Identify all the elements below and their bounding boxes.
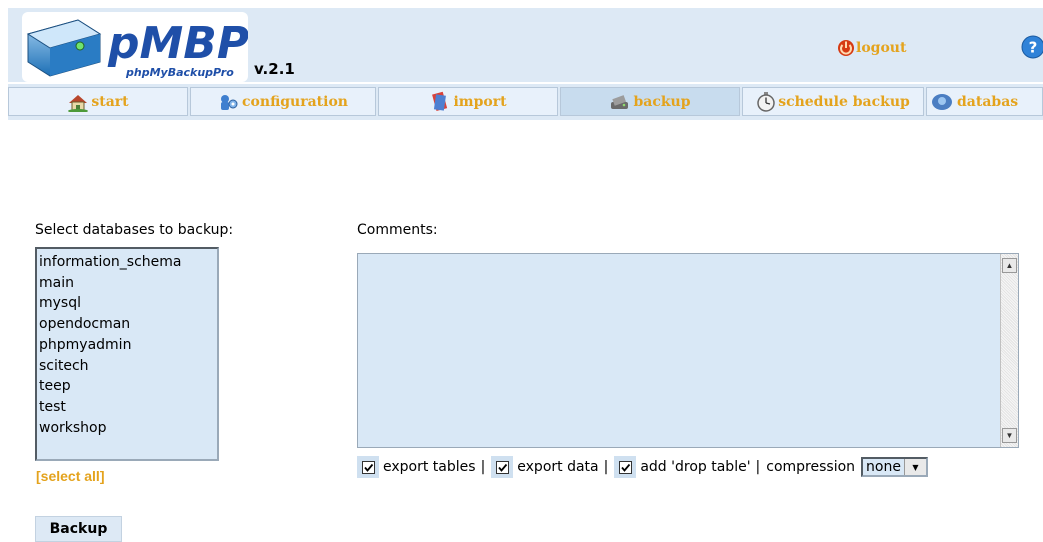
tab-schedule-backup[interactable]: schedule backup: [742, 87, 924, 116]
database-icon: [932, 93, 952, 110]
tab-configuration-label: configuration: [242, 93, 348, 110]
database-list[interactable]: information_schema main mysql opendocman php…: [35, 247, 219, 461]
svg-text:pMBP: pMBP: [107, 18, 248, 69]
database-option[interactable]: opendocman: [39, 314, 215, 335]
scroll-down-icon[interactable]: ▼: [1002, 428, 1017, 443]
tab-configuration[interactable]: configuration: [190, 87, 376, 116]
logout-link[interactable]: logout: [836, 38, 906, 58]
home-icon: [68, 94, 89, 112]
logout-power-icon: [838, 40, 854, 56]
backup-options: export tables | export data | add 'drop …: [357, 455, 928, 479]
options-separator: |: [603, 459, 609, 475]
header-bar: pMBP phpMyBackupPro v.2.1 logout ?: [8, 8, 1043, 82]
tab-start-label: start: [91, 93, 129, 110]
tab-database[interactable]: databas: [926, 87, 1043, 116]
database-option[interactable]: main: [39, 273, 215, 294]
logout-label: logout: [856, 40, 907, 56]
export-data-label: export data: [517, 459, 599, 475]
tab-import[interactable]: import: [378, 87, 558, 116]
nav-bar: start configuration import backup schedu…: [8, 84, 1043, 120]
backup-button[interactable]: Backup: [35, 516, 122, 542]
options-separator: |: [755, 459, 761, 475]
comments-label: Comments:: [357, 222, 438, 238]
drop-table-checkbox[interactable]: [614, 456, 637, 478]
compression-label: compression: [766, 459, 856, 475]
help-icon: ?: [1021, 35, 1043, 59]
tab-backup[interactable]: backup: [560, 87, 740, 116]
database-option[interactable]: information_schema: [39, 252, 215, 273]
database-option[interactable]: teep: [39, 376, 215, 397]
import-icon: [432, 91, 448, 111]
comments-textarea[interactable]: [357, 253, 1019, 448]
database-option[interactable]: scitech: [39, 356, 215, 377]
chevron-down-icon: ▼: [903, 459, 926, 475]
configuration-icon: [221, 94, 238, 110]
logo: pMBP phpMyBackupPro: [22, 12, 248, 82]
options-separator: |: [480, 459, 486, 475]
version-label: v.2.1: [254, 60, 295, 78]
databases-label: Select databases to backup:: [35, 222, 234, 238]
database-option[interactable]: test: [39, 397, 215, 418]
svg-text:phpMyBackupPro: phpMyBackupPro: [125, 66, 234, 79]
tab-schedule-backup-label: schedule backup: [778, 93, 910, 110]
scroll-up-icon[interactable]: ▲: [1002, 258, 1017, 273]
server-logo-icon: pMBP phpMyBackupPro: [26, 18, 248, 79]
compression-select[interactable]: none ▼: [861, 457, 928, 477]
svg-text:?: ?: [1029, 39, 1038, 57]
select-all-link[interactable]: [select all]: [36, 468, 104, 484]
tab-backup-label: backup: [633, 93, 691, 110]
backup-icon: [611, 94, 629, 109]
comments-scrollbar[interactable]: ▲ ▼: [1000, 254, 1018, 447]
export-tables-checkbox[interactable]: [357, 456, 379, 478]
database-option[interactable]: phpmyadmin: [39, 335, 215, 356]
help-button[interactable]: ?: [1021, 35, 1043, 64]
compression-value: none: [866, 459, 901, 475]
export-data-checkbox[interactable]: [491, 456, 514, 478]
export-tables-label: export tables: [383, 459, 476, 475]
stopwatch-icon: [757, 91, 775, 112]
tab-database-label: databas: [957, 93, 1019, 110]
database-option[interactable]: mysql: [39, 293, 215, 314]
database-option[interactable]: workshop: [39, 418, 215, 439]
tab-import-label: import: [453, 93, 507, 110]
tab-start[interactable]: start: [8, 87, 188, 116]
drop-table-label: add 'drop table': [640, 459, 751, 475]
